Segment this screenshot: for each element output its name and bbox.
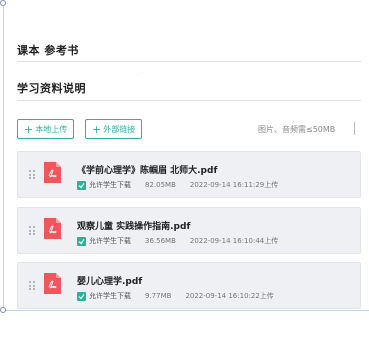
file-name[interactable]: 《学前心理学》陈帼眉 北师大.pdf <box>77 163 217 176</box>
file-meta: 允许学生下载 82.05MB 2022-09-14 16:11:29上传 <box>77 180 278 190</box>
upload-time: 2022-09-14 16:11:29上传 <box>189 181 279 189</box>
external-link-label: 外部链接 <box>103 124 136 134</box>
divider <box>17 100 361 101</box>
external-link-button[interactable]: + 外部链接 <box>85 119 143 139</box>
resize-handle[interactable] <box>0 307 6 313</box>
allow-download-label: 允许学生下载 <box>89 181 131 189</box>
drag-handle-icon[interactable] <box>29 226 36 236</box>
allow-download-label: 允许学生下载 <box>89 292 131 300</box>
local-upload-button[interactable]: + 本地上传 <box>17 119 75 139</box>
plus-icon: + <box>24 122 34 136</box>
pdf-file-icon <box>44 273 61 294</box>
file-name[interactable]: 婴儿心理学.pdf <box>77 274 142 287</box>
section-title-textbook: 课本 参考书 <box>17 44 79 57</box>
pdf-file-icon <box>44 218 61 239</box>
allow-download-checkbox[interactable] <box>77 236 86 246</box>
file-meta: 允许学生下载 9.77MB 2022-09-14 16:10:22上传 <box>77 291 274 301</box>
file-item[interactable]: 《学前心理学》陈帼眉 北师大.pdf 允许学生下载 82.05MB 2022-0… <box>17 151 361 198</box>
file-item[interactable]: 婴儿心理学.pdf 允许学生下载 9.77MB 2022-09-14 16:10… <box>17 262 361 309</box>
plus-icon: + <box>92 122 102 136</box>
upload-time: 2022-09-14 16:10:22上传 <box>185 292 274 300</box>
drag-handle-icon[interactable] <box>29 170 36 180</box>
allow-download-checkbox[interactable] <box>77 180 86 190</box>
local-upload-label: 本地上传 <box>35 124 68 134</box>
file-size: 36.56MB <box>145 237 176 245</box>
file-name[interactable]: 观察儿童 实践操作指南.pdf <box>77 219 190 232</box>
section-title-materials: 学习资料说明 <box>17 82 86 95</box>
allow-download-checkbox[interactable] <box>77 291 86 301</box>
allow-download-label: 允许学生下载 <box>89 237 131 245</box>
resize-handle[interactable] <box>0 0 6 6</box>
divider <box>17 61 361 62</box>
pdf-file-icon <box>44 162 61 183</box>
file-size: 9.77MB <box>145 292 172 300</box>
file-item[interactable]: 观察儿童 实践操作指南.pdf 允许学生下载 36.56MB 2022-09-1… <box>17 207 361 254</box>
drag-handle-icon[interactable] <box>29 281 36 291</box>
separator <box>354 122 355 135</box>
file-meta: 允许学生下载 36.56MB 2022-09-14 16:10:44上传 <box>77 236 278 246</box>
upload-time: 2022-09-14 16:10:44上传 <box>189 237 279 245</box>
upload-hint: 图片、音频需≤50MB <box>258 125 336 134</box>
file-size: 82.05MB <box>145 181 176 189</box>
